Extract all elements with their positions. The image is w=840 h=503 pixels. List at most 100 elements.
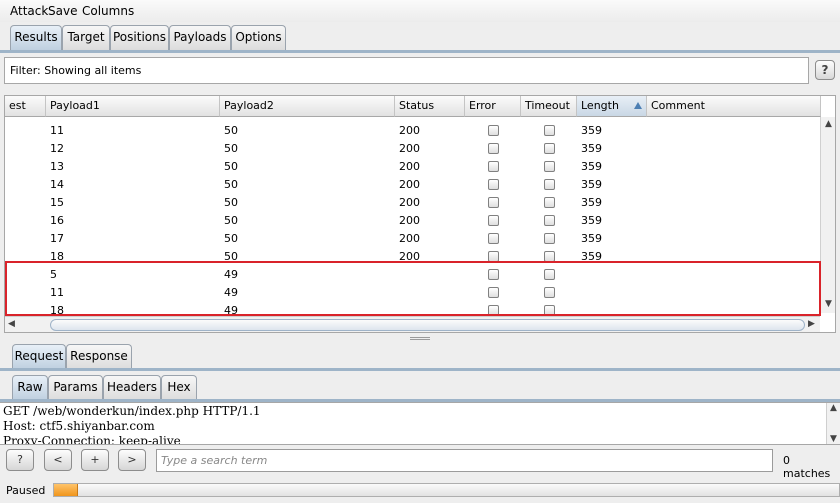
search-input[interactable]: Type a search term [156, 449, 773, 472]
tab-positions[interactable]: Positions [110, 25, 169, 50]
timeout-checkbox[interactable] [544, 251, 555, 262]
cell-payload2: 50 [224, 250, 238, 263]
scroll-up-icon[interactable]: ▲ [825, 119, 832, 129]
tab-results[interactable]: Results [10, 25, 62, 50]
tab-raw[interactable]: Raw [12, 375, 48, 400]
search-next-button[interactable]: > [118, 449, 146, 471]
cell-payload1: 15 [50, 196, 64, 209]
search-help-button[interactable]: ? [6, 449, 34, 471]
error-checkbox[interactable] [488, 305, 499, 316]
error-checkbox[interactable] [488, 251, 499, 262]
cell-length: 359 [581, 214, 602, 227]
tab-request[interactable]: Request [12, 344, 66, 369]
column-header-status[interactable]: Status [395, 96, 465, 117]
cell-payload2: 50 [224, 124, 238, 137]
timeout-checkbox[interactable] [544, 215, 555, 226]
table-row[interactable]: 16 50 200 359 [5, 212, 821, 230]
timeout-checkbox[interactable] [544, 233, 555, 244]
cell-length: 359 [581, 232, 602, 245]
error-checkbox[interactable] [488, 179, 499, 190]
cell-length: 359 [581, 124, 602, 137]
tab-response[interactable]: Response [66, 344, 132, 369]
cell-payload1: 16 [50, 214, 64, 227]
column-header-payload1[interactable]: Payload1 [46, 96, 220, 117]
table-row[interactable]: 12 50 200 359 [5, 140, 821, 158]
tab-payloads[interactable]: Payloads [169, 25, 231, 50]
cell-payload1: 11 [50, 286, 64, 299]
menu-save[interactable]: Save [48, 4, 77, 18]
timeout-checkbox[interactable] [544, 305, 555, 316]
column-header-payload2[interactable]: Payload2 [220, 96, 395, 117]
cell-payload2: 50 [224, 160, 238, 173]
error-checkbox[interactable] [488, 233, 499, 244]
table-row[interactable]: 15 50 200 359 [5, 194, 821, 212]
split-pane-divider[interactable] [0, 336, 840, 342]
filter-bar[interactable]: Filter: Showing all items [4, 57, 809, 84]
menu-bar: Attack Save Columns [0, 0, 840, 22]
menu-attack[interactable]: Attack [10, 4, 48, 18]
tab-headers[interactable]: Headers [103, 375, 161, 400]
tab-hex[interactable]: Hex [161, 375, 197, 400]
search-previous-button[interactable]: < [44, 449, 72, 471]
menu-columns[interactable]: Columns [82, 4, 134, 18]
cell-payload1: 18 [50, 250, 64, 263]
scroll-left-icon[interactable]: ◀ [8, 319, 15, 329]
cell-status: 200 [399, 160, 420, 173]
error-checkbox[interactable] [488, 197, 499, 208]
timeout-checkbox[interactable] [544, 125, 555, 136]
cell-status: 200 [399, 214, 420, 227]
error-checkbox[interactable] [488, 143, 499, 154]
horizontal-scroll-thumb[interactable] [50, 319, 805, 331]
column-header-length[interactable]: Length [577, 96, 647, 117]
editor-vertical-scrollbar[interactable]: ▲ ▼ [826, 403, 840, 444]
editor-scroll-down-icon[interactable]: ▼ [830, 434, 837, 444]
cell-payload1: 5 [50, 268, 57, 281]
cell-payload2: 50 [224, 142, 238, 155]
table-row[interactable]: 17 50 200 359 [5, 230, 821, 248]
table-row[interactable]: 5 49 [5, 266, 821, 284]
cell-status: 200 [399, 142, 420, 155]
error-checkbox[interactable] [488, 125, 499, 136]
timeout-checkbox[interactable] [544, 197, 555, 208]
table-row[interactable]: 11 49 [5, 284, 821, 302]
request-editor[interactable]: GET /web/wonderkun/index.php HTTP/1.1 Ho… [0, 402, 840, 445]
scroll-right-icon[interactable]: ▶ [808, 319, 815, 329]
column-header-length-label: Length [581, 99, 619, 112]
column-header-request[interactable]: est [5, 96, 46, 117]
timeout-checkbox[interactable] [544, 161, 555, 172]
error-checkbox[interactable] [488, 161, 499, 172]
table-row[interactable]: 18 50 200 359 [5, 248, 821, 266]
filter-help-button[interactable]: ? [815, 60, 835, 80]
error-checkbox[interactable] [488, 215, 499, 226]
timeout-checkbox[interactable] [544, 269, 555, 280]
cell-length: 359 [581, 178, 602, 191]
tab-options[interactable]: Options [231, 25, 286, 50]
table-row[interactable]: 14 50 200 359 [5, 176, 821, 194]
request-line-1: GET /web/wonderkun/index.php HTTP/1.1 [3, 404, 261, 418]
cell-payload1: 14 [50, 178, 64, 191]
tab-target[interactable]: Target [62, 25, 110, 50]
timeout-checkbox[interactable] [544, 287, 555, 298]
table-row[interactable]: 11 50 200 359 [5, 122, 821, 140]
error-checkbox[interactable] [488, 269, 499, 280]
timeout-checkbox[interactable] [544, 143, 555, 154]
column-header-error[interactable]: Error [465, 96, 521, 117]
column-header-comment[interactable]: Comment [647, 96, 821, 117]
table-horizontal-scrollbar[interactable]: ◀ ▶ [5, 316, 820, 332]
cell-payload1: 11 [50, 124, 64, 137]
scroll-down-icon[interactable]: ▼ [825, 299, 832, 309]
editor-scroll-up-icon[interactable]: ▲ [830, 403, 837, 413]
table-row[interactable]: 13 50 200 359 [5, 158, 821, 176]
error-checkbox[interactable] [488, 287, 499, 298]
tab-params[interactable]: Params [48, 375, 103, 400]
cell-status: 200 [399, 196, 420, 209]
cell-status: 200 [399, 232, 420, 245]
search-options-button[interactable]: + [81, 449, 109, 471]
column-header-timeout[interactable]: Timeout [521, 96, 577, 117]
cell-payload2: 50 [224, 232, 238, 245]
table-vertical-scrollbar[interactable]: ▲ ▼ [820, 117, 835, 313]
request-line-3: Proxy-Connection: keep-alive [3, 434, 181, 445]
cell-length: 359 [581, 196, 602, 209]
timeout-checkbox[interactable] [544, 179, 555, 190]
splitter-grip-icon[interactable] [410, 337, 430, 340]
